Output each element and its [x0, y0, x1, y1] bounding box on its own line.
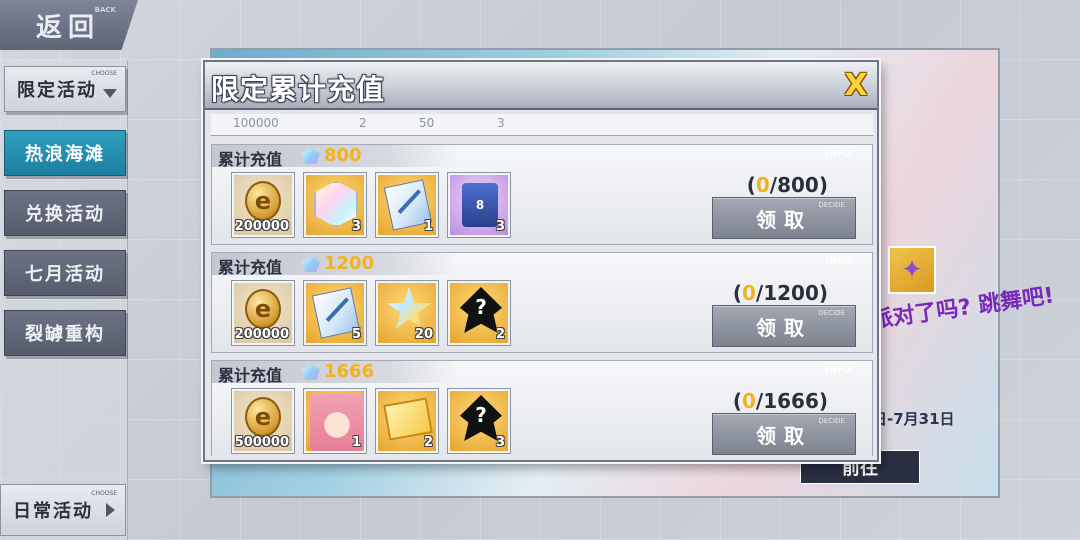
coin-icon: e — [245, 181, 281, 221]
close-button[interactable]: X — [839, 68, 873, 104]
reward-item[interactable]: 1 — [304, 389, 366, 453]
row-amount: 1200 — [324, 253, 375, 274]
sidebar-item-exchange[interactable]: 兑换活动 — [4, 190, 126, 236]
reward-row-800: 累计充值 800 INFO (0/800) 领取 DECIDE e 200000… — [211, 144, 873, 245]
sidebar-item-july[interactable]: 七月活动 — [4, 250, 126, 296]
progress-current: 0 — [741, 389, 756, 413]
progress-open: ( — [746, 173, 756, 197]
progress-current: 0 — [755, 173, 770, 197]
cumulative-topup-dialog: 限定累计充值 X 100000 2 50 3 累计充值 800 INFO (0/… — [203, 60, 879, 462]
coin-icon: e — [245, 289, 281, 329]
reward-item[interactable]: e 200000 — [232, 173, 294, 237]
reward-qty: 200000 — [234, 219, 289, 234]
diamond-icon — [302, 256, 320, 272]
reward-row-1200: 累计充值 1200 INFO (0/1200) 领取 DECIDE e 2000… — [211, 252, 873, 353]
reward-item[interactable]: 8 3 — [448, 173, 510, 237]
chevron-right-icon — [106, 503, 115, 517]
reward-item[interactable]: ? 2 — [448, 281, 510, 345]
supply-bag-icon: 8 — [462, 183, 498, 227]
reward-qty: 2 — [495, 327, 505, 342]
sidebar-item-label: 裂罅重构 — [25, 324, 105, 345]
dropdown-label: 限定活动 — [17, 80, 97, 101]
sidebar-item-label: 兑换活动 — [25, 204, 105, 225]
back-button[interactable]: 返回 BACK — [0, 0, 138, 50]
info-tag: INFO — [825, 149, 852, 159]
reward-item[interactable]: 5 — [304, 281, 366, 345]
daily-sub: CHOOSE — [91, 490, 117, 497]
dialog-title: 限定累计充值 — [211, 73, 386, 106]
reward-qty: 5 — [351, 327, 361, 342]
progress-open: ( — [732, 389, 742, 413]
reward-qty: 20 — [414, 327, 433, 342]
claim-button[interactable]: 领取 DECIDE — [712, 305, 856, 347]
sidebar-item-heatwave-beach[interactable]: 热浪海滩 — [4, 130, 126, 176]
claim-sub: DECIDE — [818, 417, 845, 425]
sidebar-item-rift-reconstruct[interactable]: 裂罅重构 — [4, 310, 126, 356]
banner-date: 日-7月31日 — [872, 410, 955, 428]
partial-qty: 50 — [419, 116, 435, 130]
diamond-icon — [302, 364, 320, 380]
reward-item[interactable]: 1 — [376, 173, 438, 237]
banner-reward-icon: ✦ — [888, 246, 936, 294]
progress-total: /800) — [769, 173, 828, 197]
progress-text: (0/1666) — [733, 389, 828, 413]
row-header: 累计充值 1200 — [212, 253, 460, 277]
reward-list[interactable]: 100000 2 50 3 累计充值 800 INFO (0/800) 领取 D… — [211, 114, 873, 456]
back-button-sub: BACK — [94, 6, 116, 14]
reward-qty: 200000 — [234, 327, 289, 342]
progress-current: 0 — [741, 281, 756, 305]
chevron-down-icon — [103, 89, 117, 98]
claim-label: 领取 — [756, 207, 812, 232]
row-header: 累计充值 800 — [212, 145, 460, 169]
progress-text: (0/800) — [747, 173, 828, 197]
coin-icon: e — [245, 397, 281, 437]
dropdown-sub: CHOOSE — [91, 70, 117, 77]
dialog-header: 限定累计充值 X — [205, 62, 877, 110]
claim-sub: DECIDE — [818, 201, 845, 209]
back-button-label: 返回 — [36, 12, 101, 43]
reward-item[interactable]: 20 — [376, 281, 438, 345]
sidebar-item-label: 热浪海滩 — [25, 144, 105, 165]
claim-button[interactable]: 领取 DECIDE — [712, 413, 856, 455]
info-tag: INFO — [825, 365, 852, 375]
diamond-icon — [302, 148, 320, 164]
daily-label: 日常活动 — [13, 501, 93, 522]
reward-row-1666: 累计充值 1666 INFO (0/1666) 领取 DECIDE e 5000… — [211, 360, 873, 456]
claim-sub: DECIDE — [818, 309, 845, 317]
sidebar-item-label: 七月活动 — [25, 264, 105, 285]
reward-qty: 1 — [423, 219, 433, 234]
reward-qty: 1 — [351, 435, 361, 450]
progress-total: /1200) — [755, 281, 828, 305]
claim-label: 领取 — [756, 315, 812, 340]
row-amount: 800 — [324, 145, 362, 166]
reward-item[interactable]: ? 3 — [448, 389, 510, 453]
claim-button[interactable]: 领取 DECIDE — [712, 197, 856, 239]
partial-qty: 2 — [359, 116, 367, 130]
reward-qty: 3 — [351, 219, 361, 234]
sidebar: 限定活动 CHOOSE 热浪海滩 兑换活动 七月活动 裂罅重构 — [0, 60, 128, 540]
row-label: 累计充值 — [218, 150, 283, 169]
partial-qty: 3 — [497, 116, 505, 130]
progress-total: /1666) — [755, 389, 828, 413]
daily-activity-button[interactable]: 日常活动 CHOOSE — [0, 484, 126, 536]
reward-item[interactable]: 3 — [304, 173, 366, 237]
partial-reward-row: 100000 2 50 3 — [211, 114, 873, 136]
reward-qty: 2 — [423, 435, 433, 450]
reward-item[interactable]: e 200000 — [232, 281, 294, 345]
row-label: 累计充值 — [218, 258, 283, 277]
limited-activity-dropdown[interactable]: 限定活动 CHOOSE — [4, 66, 126, 112]
reward-qty: 500000 — [234, 435, 289, 450]
row-header: 累计充值 1666 — [212, 361, 460, 385]
claim-label: 领取 — [756, 423, 812, 448]
progress-text: (0/1200) — [733, 281, 828, 305]
row-amount: 1666 — [324, 361, 375, 382]
reward-item[interactable]: e 500000 — [232, 389, 294, 453]
info-tag: INFO — [825, 257, 852, 267]
row-label: 累计充值 — [218, 366, 283, 385]
partial-qty: 100000 — [233, 116, 279, 130]
reward-qty: 3 — [495, 219, 505, 234]
progress-open: ( — [732, 281, 742, 305]
reward-qty: 3 — [495, 435, 505, 450]
reward-item[interactable]: 2 — [376, 389, 438, 453]
